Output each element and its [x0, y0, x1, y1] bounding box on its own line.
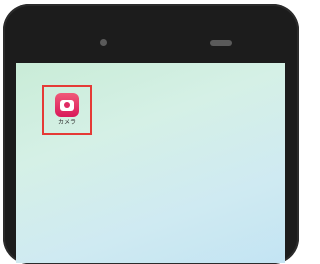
- camera-lens: [64, 102, 70, 108]
- earpiece-speaker: [210, 40, 232, 46]
- app-label: カメラ: [57, 119, 76, 126]
- camera-app-icon[interactable]: [55, 93, 79, 117]
- front-camera: [100, 39, 107, 46]
- phone-frame: カメラ: [3, 4, 299, 264]
- camera-icon: [60, 99, 74, 111]
- home-screen: カメラ: [16, 63, 285, 263]
- app-camera[interactable]: カメラ: [42, 85, 92, 135]
